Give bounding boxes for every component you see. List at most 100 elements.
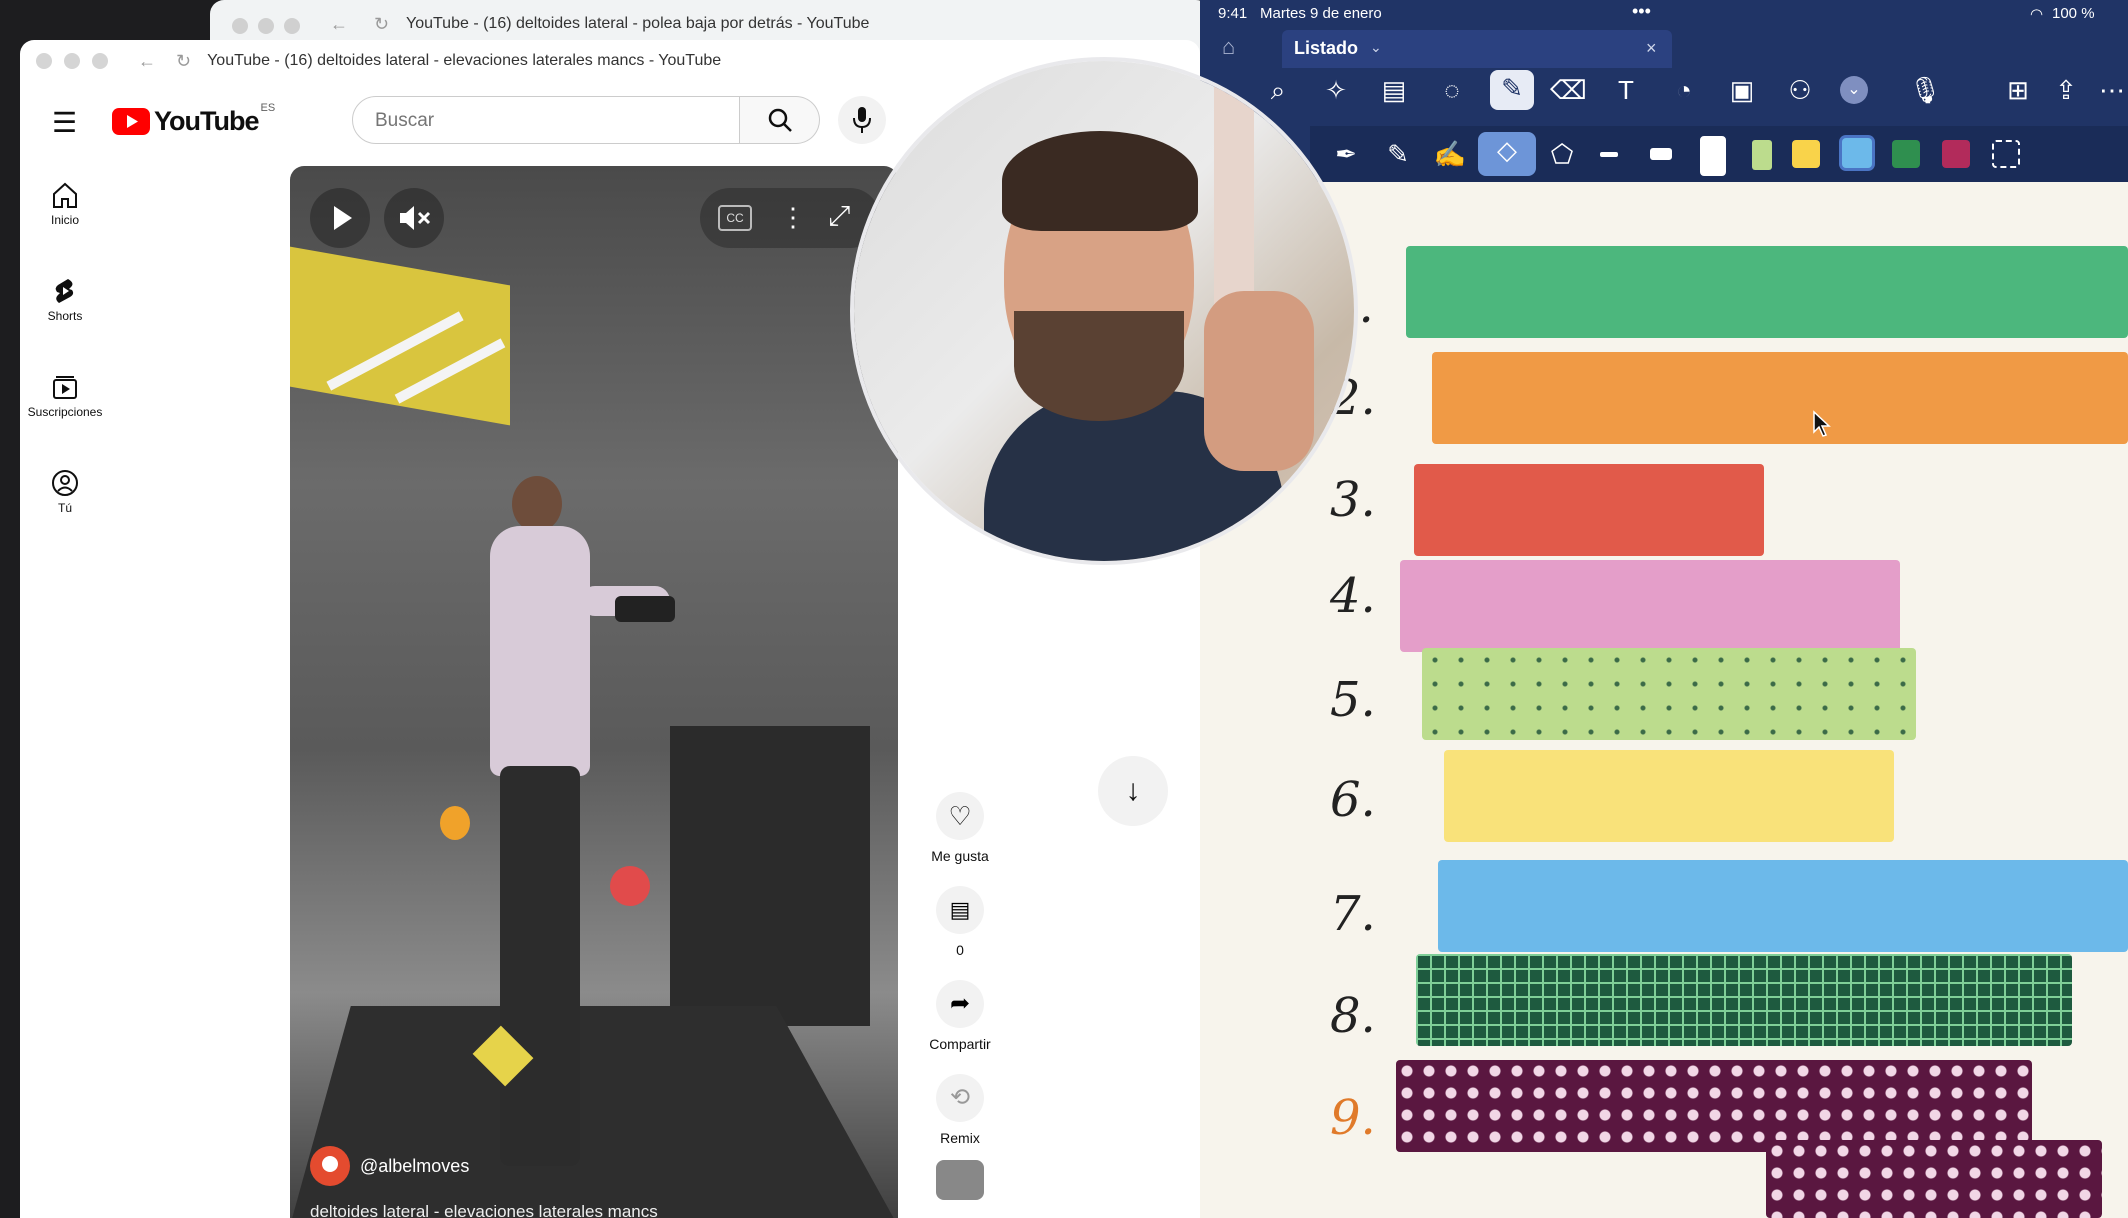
person-hoodie [490,526,590,776]
sidebar-item-label: Shorts [47,309,83,323]
sidebar-item-suscripciones[interactable]: Suscripciones [20,372,110,419]
region-badge: ES [260,101,276,114]
play-icon [334,206,352,230]
document-icon[interactable]: ▤ [1376,72,1412,108]
list-number: 6. [1330,772,1376,828]
search-input[interactable] [373,109,697,133]
fullscreen-icon[interactable]: ⤢ [828,200,850,233]
mute-button[interactable] [384,188,444,248]
microphone-icon[interactable]: 🎙 [1900,72,1950,108]
color-swatch-white[interactable] [1700,136,1726,176]
yellow-strip[interactable] [1444,750,1894,842]
pink-strip[interactable] [1400,560,1900,652]
video-title[interactable]: deltoides lateral - elevaciones laterale… [310,1202,658,1218]
add-color-icon[interactable] [1992,140,2020,168]
sidebar-item-tu[interactable]: Tú [20,468,110,515]
shorts-actions: ♡ Me gusta ▤ 0 ➦ Compartir ⟲ Remix [910,792,1010,1200]
back-arrow-icon[interactable]: ← [330,14,348,35]
more-tools-icon[interactable]: ⌄ [1840,76,1868,104]
person-hand [1204,291,1314,471]
front-window-title: YouTube - (16) deltoides lateral - eleva… [207,52,722,69]
thick-stroke-option[interactable] [1650,148,1672,160]
lasso-icon[interactable]: ◌ [1434,72,1470,108]
more-options-icon[interactable]: ⋮ [780,202,806,233]
share-label: Compartir [929,1036,991,1052]
comments-button[interactable]: ▤ [936,886,984,934]
sidebar-item-shorts[interactable]: Shorts [20,276,110,323]
dark-green-grid-strip[interactable] [1416,954,2072,1046]
text-box-icon[interactable]: T [1608,72,1644,108]
sticker-icon[interactable]: ◔ [1666,72,1702,108]
green-strip[interactable] [1406,246,2128,338]
channel-name[interactable]: @albelmoves [360,1156,469,1177]
status-bar: 9:41 Martes 9 de enero ••• ◠ 100 % [1200,0,2128,28]
ballpoint-pen-icon[interactable]: ✎ [1380,136,1416,172]
sidebar-item-label: Inicio [50,213,79,227]
multitasking-dots-icon[interactable]: ••• [1632,1,1651,22]
image-icon[interactable]: ▣ [1724,72,1760,108]
play-button[interactable] [310,188,370,248]
person-legs [500,766,580,1166]
captions-button[interactable]: CC [718,205,752,231]
sidebar-item-inicio[interactable]: Inicio [20,180,110,227]
window-controls[interactable] [232,18,310,39]
lime-cross-strip[interactable] [1422,648,1916,740]
remix-button[interactable]: ⟲ [936,1074,984,1122]
person-hair [1002,131,1198,231]
dumbbell-rack [670,726,870,1026]
search-box[interactable] [352,96,740,144]
highlighter-icon[interactable]: ◇ [1478,132,1536,176]
more-icon[interactable]: ⋯ [2094,72,2128,108]
orange-strip[interactable] [1432,352,2128,444]
tab-title: Listado [1294,38,1359,58]
reload-icon[interactable]: ↻ [374,14,389,35]
youtube-logo[interactable]: YouTube ES [112,102,275,137]
person-head [512,476,562,532]
shape-pen-icon[interactable]: ⬠ [1544,136,1580,172]
list-number: 7. [1330,886,1376,942]
color-swatch-yellow[interactable] [1792,140,1820,168]
color-swatch-lime-pattern[interactable] [1752,140,1772,170]
eraser-icon[interactable]: ⌫ [1550,72,1587,108]
shapes-icon[interactable]: ⚇ [1782,72,1818,108]
home-icon [53,182,77,208]
close-tab-icon[interactable]: × [1646,38,1657,59]
like-button[interactable]: ♡ [936,792,984,840]
share-icon[interactable]: ⇪ [2048,72,2084,108]
hamburger-menu-icon[interactable]: ☰ [52,106,77,139]
brush-pen-icon[interactable]: ✍ [1432,136,1468,172]
color-swatch-blue[interactable] [1842,138,1872,168]
purple-dot-strip[interactable] [1766,1140,2102,1218]
color-swatch-green-grid[interactable] [1892,140,1920,168]
purple-dot-strip[interactable] [1396,1060,2032,1152]
color-swatch-purple-dots[interactable] [1942,140,1970,168]
comment-icon: ▤ [949,897,971,922]
share-button[interactable]: ➦ [936,980,984,1028]
zoom-window-dot[interactable] [92,53,108,69]
pen-tool-icon[interactable]: ✎ [1490,70,1534,110]
red-strip[interactable] [1414,464,1764,556]
youtube-play-logo-icon [112,108,150,135]
status-date: Martes 9 de enero [1260,5,1382,22]
audio-thumbnail[interactable] [936,1160,984,1200]
close-window-dot[interactable] [36,53,52,69]
kettlebell [610,866,650,906]
chevron-down-icon[interactable]: ⌄ [1370,39,1382,56]
blue-strip[interactable] [1438,860,2128,952]
search-icon [768,108,792,132]
video-player[interactable]: CC ⋮ ⤢ @albelmoves deltoides lateral - e… [290,166,898,1218]
next-video-button[interactable]: ↓ [1098,756,1168,826]
channel-avatar[interactable] [310,1146,350,1186]
back-arrow-icon[interactable]: ← [138,51,156,72]
minimize-window-dot[interactable] [64,53,80,69]
person-beard [1014,311,1184,421]
add-page-icon[interactable]: ⊞ [2000,72,2036,108]
thin-stroke-option[interactable] [1600,152,1618,157]
channel-info[interactable]: @albelmoves [310,1146,469,1186]
you-icon [52,470,78,496]
back-window-title: YouTube - (16) deltoides lateral - polea… [406,15,870,32]
home-icon[interactable]: ⌂ [1222,34,1235,60]
reload-icon[interactable]: ↻ [176,51,191,72]
shorts-icon [55,279,74,303]
search-button[interactable] [740,96,820,144]
